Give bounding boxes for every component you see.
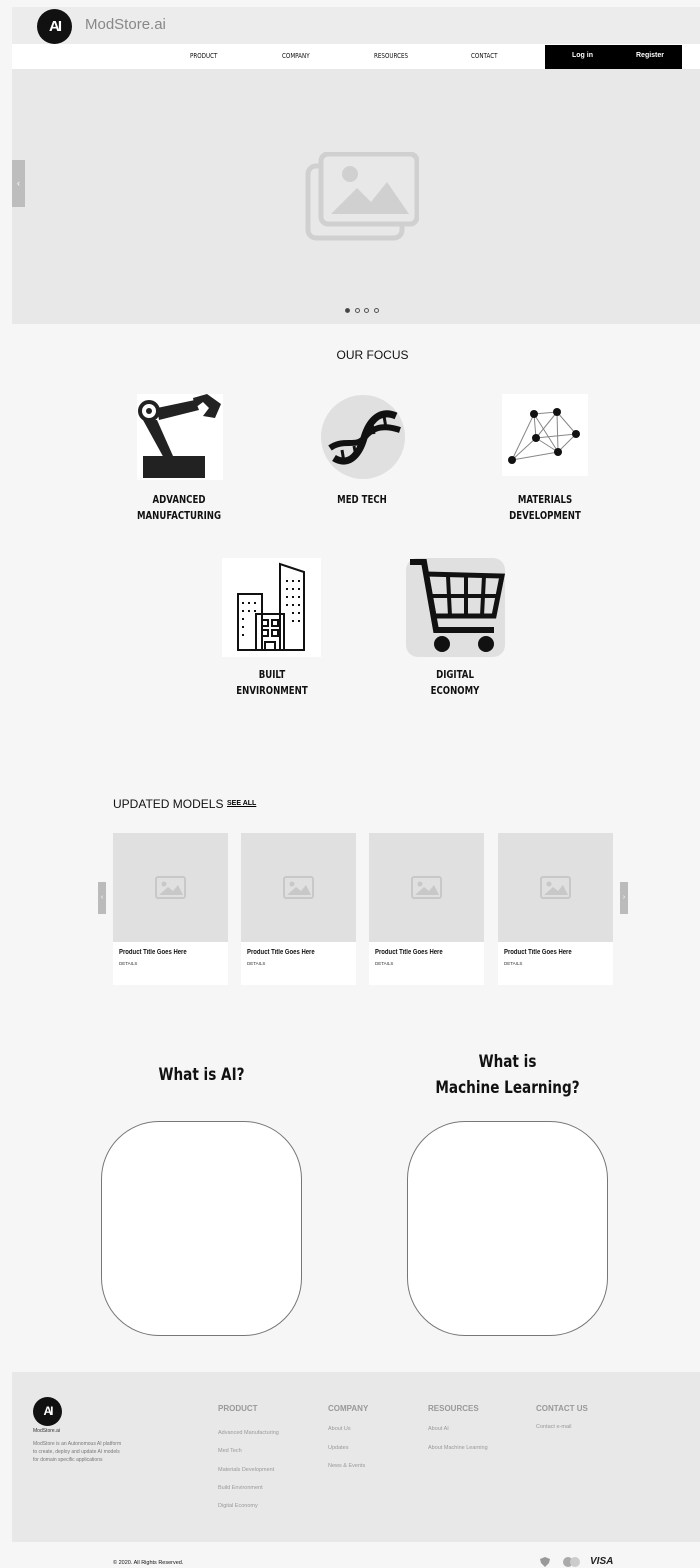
footer-link[interactable]: Updates bbox=[328, 1445, 349, 1451]
section-title-models: UPDATED MODELS bbox=[113, 797, 224, 811]
image-placeholder-icon bbox=[241, 833, 356, 942]
model-card[interactable]: Product Title Goes Here DETAILS bbox=[113, 833, 228, 985]
brand-name[interactable]: ModStore.ai bbox=[85, 16, 166, 33]
slider-dot-4[interactable] bbox=[374, 308, 379, 313]
card-details[interactable]: DETAILS bbox=[247, 961, 265, 966]
nav-contact[interactable]: CONTACT bbox=[471, 52, 498, 60]
mastercard-icon bbox=[563, 1557, 580, 1567]
slider-dot-1[interactable] bbox=[345, 308, 350, 313]
nav-product[interactable]: PRODUCT bbox=[190, 52, 217, 60]
footer-description: ModStore is an Autonomous AI platform to… bbox=[33, 1441, 122, 1463]
register-button[interactable]: Register bbox=[636, 52, 664, 59]
login-button[interactable]: Log in bbox=[572, 52, 593, 59]
model-card[interactable]: Product Title Goes Here DETAILS bbox=[369, 833, 484, 985]
footer-head-product: PRODUCT bbox=[218, 1404, 258, 1413]
footer-brand: ModStore.ai bbox=[33, 1428, 60, 1434]
image-placeholder-icon bbox=[369, 833, 484, 942]
footer-link[interactable]: About Us bbox=[328, 1426, 351, 1432]
carousel-prev-icon[interactable]: ‹ bbox=[98, 882, 106, 914]
image-placeholder-icon bbox=[113, 833, 228, 942]
what-is-ml-video[interactable] bbox=[407, 1121, 608, 1336]
copyright: © 2020. All Rights Reserved. bbox=[113, 1560, 184, 1566]
visa-icon: VISA bbox=[590, 1556, 614, 1567]
robot-arm-icon[interactable] bbox=[137, 394, 223, 480]
dna-icon[interactable] bbox=[320, 394, 406, 480]
model-card[interactable]: Product Title Goes Here DETAILS bbox=[498, 833, 613, 985]
footer-link[interactable]: Materials Development bbox=[218, 1467, 274, 1473]
what-is-ai-video[interactable] bbox=[101, 1121, 302, 1336]
nav-resources[interactable]: RESOURCES bbox=[374, 52, 408, 60]
buildings-icon[interactable] bbox=[222, 558, 321, 657]
see-all-link[interactable]: SEE ALL bbox=[227, 800, 256, 807]
focus-label-medtech[interactable]: MED TECH bbox=[300, 492, 425, 508]
focus-label-materials[interactable]: MATERIALS DEVELOPMENT bbox=[483, 492, 608, 524]
footer-head-contact: CONTACT US bbox=[536, 1404, 588, 1413]
footer-link[interactable]: Digital Economy bbox=[218, 1503, 258, 1509]
footer-logo[interactable]: AI bbox=[33, 1397, 62, 1426]
card-details[interactable]: DETAILS bbox=[119, 961, 137, 966]
nav-company[interactable]: COMPANY bbox=[282, 52, 310, 60]
focus-label-digital[interactable]: DIGITAL ECONOMY bbox=[393, 667, 518, 699]
model-card[interactable]: Product Title Goes Here DETAILS bbox=[241, 833, 356, 985]
footer-link[interactable]: Med Tech bbox=[218, 1448, 242, 1454]
card-title[interactable]: Product Title Goes Here bbox=[247, 949, 315, 956]
footer-link[interactable]: Advanced Manufacturing bbox=[218, 1430, 279, 1436]
card-title[interactable]: Product Title Goes Here bbox=[504, 949, 572, 956]
focus-label-built[interactable]: BUILT ENVIRONMENT bbox=[210, 667, 335, 699]
footer-link[interactable]: About Machine Learning bbox=[428, 1445, 488, 1451]
image-gallery-icon bbox=[305, 152, 419, 241]
shopping-cart-icon[interactable] bbox=[406, 558, 505, 657]
network-molecule-icon[interactable] bbox=[502, 394, 588, 476]
what-is-ml-title: What is Machine Learning? bbox=[435, 1052, 580, 1098]
focus-label-manufacturing[interactable]: ADVANCED MANUFACTURING bbox=[117, 492, 242, 524]
footer-link[interactable]: Contact e-mail bbox=[536, 1424, 571, 1430]
footer-head-company: COMPANY bbox=[328, 1404, 369, 1413]
shield-icon bbox=[540, 1557, 550, 1567]
footer-head-resources: RESOURCES bbox=[428, 1404, 479, 1413]
card-details[interactable]: DETAILS bbox=[504, 961, 522, 966]
card-title[interactable]: Product Title Goes Here bbox=[119, 949, 187, 956]
carousel-next-icon[interactable]: › bbox=[620, 882, 628, 914]
card-details[interactable]: DETAILS bbox=[375, 961, 393, 966]
image-placeholder-icon bbox=[498, 833, 613, 942]
what-is-ai-title: What is AI? bbox=[158, 1065, 245, 1085]
slider-dot-3[interactable] bbox=[364, 308, 369, 313]
logo[interactable]: AI bbox=[37, 9, 72, 44]
slider-dot-2[interactable] bbox=[355, 308, 360, 313]
card-title[interactable]: Product Title Goes Here bbox=[375, 949, 443, 956]
footer-link[interactable]: News & Events bbox=[328, 1463, 365, 1469]
chevron-left-icon[interactable]: ‹ bbox=[12, 160, 25, 207]
footer-link[interactable]: About AI bbox=[428, 1426, 449, 1432]
section-title-focus: OUR FOCUS bbox=[336, 348, 409, 362]
footer-link[interactable]: Build Environment bbox=[218, 1485, 263, 1491]
